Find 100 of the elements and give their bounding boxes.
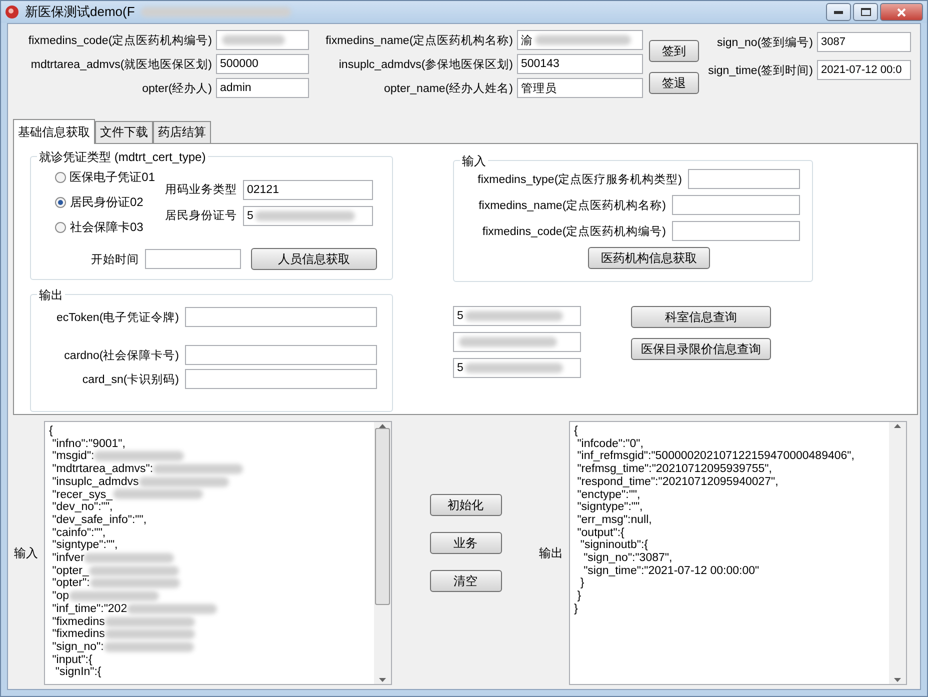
code-line: "op (49, 590, 370, 603)
fetch-button[interactable]: 医药机构信息获取 (588, 247, 710, 269)
close-button[interactable] (880, 3, 923, 21)
field-label: opter_name(经办人姓名) (382, 82, 513, 96)
text-field[interactable]: 02121 (243, 180, 373, 200)
text-field[interactable]: 5 (453, 358, 581, 378)
code-line: "enctype":"", (576, 488, 642, 502)
code-line: "msgid": (49, 450, 370, 464)
scroll-down-icon[interactable] (894, 678, 901, 682)
code-line: "sign_no": (49, 640, 370, 654)
code-line: "dev_no":"", (51, 501, 114, 514)
text-field[interactable] (216, 30, 309, 50)
text-field[interactable] (145, 249, 241, 269)
maximize-button[interactable] (853, 3, 878, 21)
text-field[interactable]: 3087 (817, 32, 911, 52)
text-field[interactable] (185, 369, 377, 389)
app-icon (5, 5, 19, 19)
minimize-icon (834, 10, 843, 14)
code-line: { (49, 425, 54, 438)
radio-label: 居民身份证02 (70, 194, 144, 211)
text-field[interactable] (672, 195, 800, 215)
action-button[interactable]: 清空 (430, 570, 502, 592)
text-field[interactable]: admin (216, 78, 309, 98)
scrollbar[interactable] (374, 422, 391, 684)
query-button[interactable]: 科室信息查询 (631, 306, 771, 328)
code-line: "dev_safe_info":"", (51, 514, 148, 527)
text-field[interactable] (453, 332, 581, 352)
close-icon (897, 8, 906, 16)
field-label: mdtrtarea_admvs(就医地医保区划) (30, 58, 212, 72)
radio-button[interactable] (55, 197, 66, 208)
sign-button[interactable]: 签退 (649, 72, 699, 94)
tab[interactable]: 药店结算 (153, 121, 211, 144)
code-line: "infno":"9001", (51, 438, 126, 450)
field-label: 用码业务类型 (165, 182, 237, 197)
field-label: fixmedins_code(定点医药机构编号) (481, 224, 666, 238)
code-line: "output":{ (576, 526, 626, 540)
radio-button[interactable] (55, 222, 66, 233)
code-line: "input":{ (51, 654, 94, 666)
code-line: "signtype":"", (51, 539, 119, 552)
code-line: "opter": (49, 577, 370, 590)
text-field[interactable]: 5 (453, 306, 581, 326)
radio-button[interactable] (55, 172, 66, 183)
code-line: "signIn":{ (54, 666, 102, 680)
scroll-up-icon[interactable] (894, 424, 901, 428)
code-line: "err_msg":null, (576, 514, 653, 527)
code-line: "cainfo":"", (51, 526, 107, 540)
code-line: "infcode":"0", (576, 438, 644, 450)
input-text-area[interactable] (44, 421, 392, 685)
field-label: cardno(社会保障卡号) (63, 348, 179, 362)
text-field[interactable] (185, 345, 377, 365)
output-text-area[interactable] (569, 421, 907, 685)
code-line: "insuplc_admdvs (49, 476, 370, 489)
text-field[interactable]: 5 (243, 206, 373, 226)
field-label: fixmedins_name(定点医药机构名称) (478, 198, 666, 212)
code-line: "signtype":"", (576, 501, 644, 514)
tab[interactable]: 文件下载 (95, 121, 153, 144)
minimize-button[interactable] (826, 3, 851, 21)
code-line: "opter_ (49, 564, 370, 578)
group-title: 输出 (37, 287, 65, 304)
radio-label: 医保电子凭证01 (70, 169, 155, 186)
text-field[interactable] (185, 307, 377, 327)
text-field[interactable]: 2021-07-12 00:0 (817, 60, 911, 80)
code-line: "inf_refmsgid":"500000202107122159470000489406", (576, 450, 856, 464)
action-button[interactable]: 初始化 (430, 494, 502, 516)
tab[interactable]: 基础信息获取 (13, 119, 95, 144)
field-label: ecToken(电子凭证令牌) (56, 310, 179, 324)
code-line: "inf_time":"202 (49, 602, 370, 616)
sign-button[interactable]: 签到 (649, 40, 699, 62)
maximize-icon (860, 8, 870, 16)
code-line: "respond_time":"20210712095940027", (576, 476, 780, 489)
text-field[interactable]: 500000 (216, 54, 309, 74)
code-line: "refmsg_time":"20210712095939755", (576, 463, 773, 476)
code-line: } (576, 590, 582, 603)
text-field[interactable]: 渝 (517, 30, 643, 50)
group-title: 输入 (460, 153, 488, 170)
field-label: sign_no(签到编号) (716, 36, 813, 50)
field-label: fixmedins_type(定点医疗服务机构类型) (476, 172, 682, 186)
scrollbar[interactable] (889, 422, 906, 684)
field-label: fixmedins_code(定点医药机构编号) (27, 34, 212, 48)
fetch-button[interactable]: 人员信息获取 (251, 248, 377, 270)
code-line: "infver (49, 552, 370, 565)
query-button[interactable]: 医保目录限价信息查询 (631, 338, 771, 360)
code-line: } (579, 577, 586, 590)
scroll-down-icon[interactable] (379, 678, 386, 682)
code-line: { (574, 425, 579, 438)
code-line: "mdtrtarea_admvs": (49, 463, 370, 476)
text-field[interactable]: 500143 (517, 54, 643, 74)
scroll-thumb[interactable] (375, 428, 390, 605)
action-button[interactable]: 业务 (430, 532, 502, 554)
text-field[interactable] (672, 221, 800, 241)
field-label: 居民身份证号 (165, 208, 237, 223)
text-field[interactable] (688, 169, 800, 189)
field-label: sign_time(签到时间) (707, 64, 813, 78)
code-line: "signinoutb":{ (579, 539, 650, 552)
input-label: 输入 (14, 544, 39, 562)
field-label: insuplc_admdvs(参保地医保区划) (338, 58, 513, 72)
group-title: 就诊凭证类型 (mdtrt_cert_type) (37, 149, 208, 166)
field-label: card_sn(卡识别码) (81, 372, 179, 386)
code-line: "sign_no":"3087", (582, 552, 674, 565)
text-field[interactable]: 管理员 (517, 78, 643, 98)
